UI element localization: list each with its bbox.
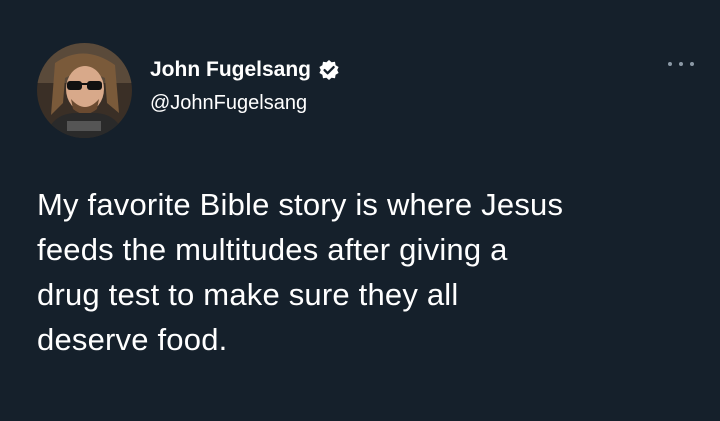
name-row: John Fugelsang: [150, 55, 340, 85]
user-handle[interactable]: @JohnFugelsang: [150, 92, 307, 115]
more-dot: [679, 62, 683, 66]
more-dot: [668, 62, 672, 66]
verified-badge-icon: [318, 59, 340, 81]
tweet-card: John Fugelsang @JohnFugelsang My favorit…: [0, 0, 720, 421]
avatar[interactable]: [37, 43, 132, 138]
display-name[interactable]: John Fugelsang: [150, 58, 311, 82]
more-options-icon[interactable]: [668, 55, 694, 73]
tweet-text: My favorite Bible story is where Jesus f…: [37, 187, 564, 357]
more-dot: [690, 62, 694, 66]
user-avatar-icon: [37, 43, 132, 138]
